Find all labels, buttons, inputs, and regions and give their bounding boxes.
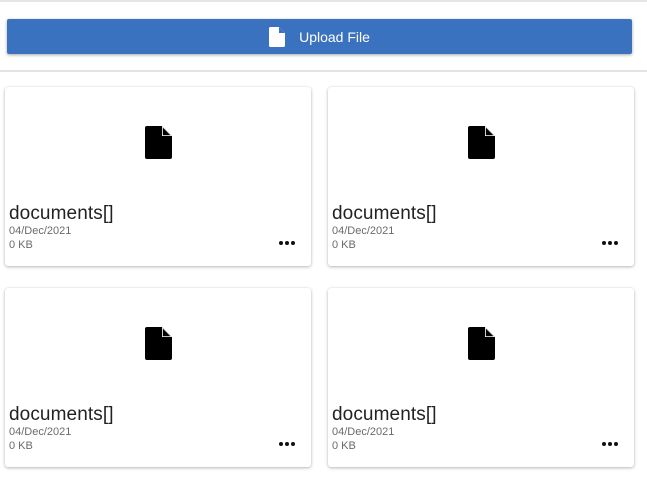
file-card[interactable]: documents[] 04/Dec/2021 0 KB [5, 87, 311, 266]
top-divider [0, 0, 647, 2]
file-name: documents[] [332, 404, 437, 425]
file-name: documents[] [9, 203, 114, 224]
file-icon [269, 26, 286, 47]
file-name: documents[] [332, 203, 437, 224]
file-size: 0 KB [332, 440, 356, 452]
file-icon [468, 126, 495, 159]
file-card[interactable]: documents[] 04/Dec/2021 0 KB [328, 288, 634, 467]
file-name: documents[] [9, 404, 114, 425]
file-icon [145, 126, 172, 159]
file-date: 04/Dec/2021 [9, 426, 72, 438]
file-icon [468, 327, 495, 360]
file-size: 0 KB [332, 239, 356, 251]
more-options-icon[interactable] [275, 436, 299, 452]
file-card[interactable]: documents[] 04/Dec/2021 0 KB [5, 288, 311, 467]
file-icon [145, 327, 172, 360]
file-size: 0 KB [9, 440, 33, 452]
more-options-icon[interactable] [275, 235, 299, 251]
file-date: 04/Dec/2021 [9, 225, 72, 237]
upload-file-button[interactable]: Upload File [7, 19, 632, 54]
section-divider [0, 70, 647, 72]
file-date: 04/Dec/2021 [332, 225, 395, 237]
more-options-icon[interactable] [598, 436, 622, 452]
upload-file-label: Upload File [299, 28, 370, 45]
file-size: 0 KB [9, 239, 33, 251]
file-date: 04/Dec/2021 [332, 426, 395, 438]
file-card[interactable]: documents[] 04/Dec/2021 0 KB [328, 87, 634, 266]
more-options-icon[interactable] [598, 235, 622, 251]
